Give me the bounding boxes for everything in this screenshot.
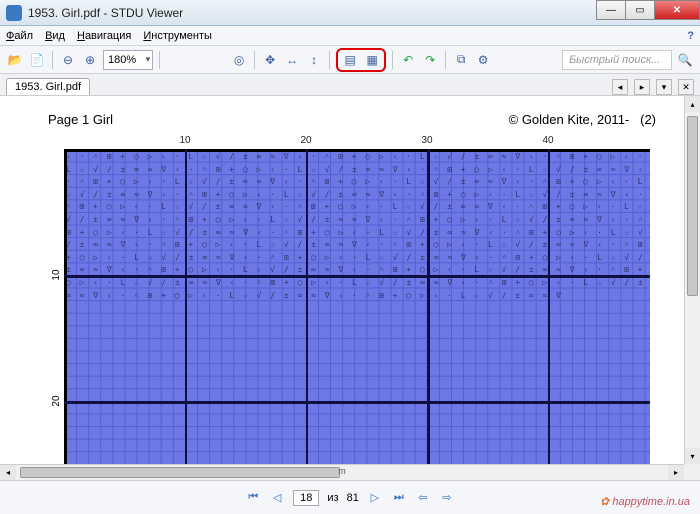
minimize-button[interactable]: —: [596, 0, 626, 20]
menubar: Файл Вид Навигация Инструменты: [0, 26, 700, 46]
tab-document[interactable]: 1953. Girl.pdf: [6, 78, 90, 95]
app-icon: [6, 5, 22, 21]
settings-icon[interactable]: ⚙: [474, 51, 492, 69]
open-icon[interactable]: 📂: [6, 51, 24, 69]
nav-last-icon[interactable]: ⏭: [391, 490, 407, 506]
scroll-left-icon[interactable]: ◂: [0, 465, 16, 480]
expand-v-icon[interactable]: ↕: [305, 51, 323, 69]
document-viewport: Page 1 Girl © Golden Kite, 2011- (2) 10 …: [0, 96, 700, 480]
page-sep: из: [327, 492, 338, 504]
vertical-scrollbar[interactable]: ▴ ▾: [684, 96, 700, 464]
page-number-input[interactable]: 18: [293, 490, 319, 506]
move-icon[interactable]: ✥: [261, 51, 279, 69]
nav-fwd-icon[interactable]: ⇨: [439, 490, 455, 506]
document-tabs: 1953. Girl.pdf ◂ ▸ ▾ ✕: [0, 74, 700, 96]
zoom-out-icon[interactable]: ⊖: [59, 51, 77, 69]
highlighted-toolbar-group: ▤ ▦: [336, 48, 386, 72]
tab-arrow-right-icon[interactable]: ▸: [634, 79, 650, 95]
watermark: happytime.in.ua: [600, 495, 690, 508]
rotate-left-icon[interactable]: ↶: [399, 51, 417, 69]
expand-h-icon[interactable]: ↔: [283, 51, 301, 69]
row-numbers: 10 20: [44, 149, 62, 480]
scroll-right-icon[interactable]: ▸: [668, 465, 684, 480]
zoom-in-icon[interactable]: ⊕: [81, 51, 99, 69]
search-go-icon[interactable]: 🔍: [676, 51, 694, 69]
menu-tools[interactable]: Инструменты: [143, 30, 212, 42]
copy-icon[interactable]: ⧉: [452, 51, 470, 69]
grid: ‹ · ˄ ⊞ + ◯ ▷ ‹ · L ☆ √ ∕ ± ∞ ≈ ∇ ‹ · ˄ …: [64, 149, 650, 480]
page-copyright: © Golden Kite, 2011- (2): [509, 112, 656, 127]
fit-width-icon[interactable]: ▦: [363, 51, 381, 69]
tab-close-icon[interactable]: ✕: [678, 79, 694, 95]
titlebar: 1953. Girl.pdf - STDU Viewer — ▭ ✕: [0, 0, 700, 26]
tab-dropdown-icon[interactable]: ▾: [656, 79, 672, 95]
statusbar: ⏮ ◁ 18 из 81 ▷ ⏭ ⇦ ⇨ happytime.in.ua: [0, 480, 700, 514]
tab-arrow-left-icon[interactable]: ◂: [612, 79, 628, 95]
page-content: Page 1 Girl © Golden Kite, 2011- (2) 10 …: [8, 96, 680, 480]
zoom-select[interactable]: 180%: [103, 50, 153, 70]
vscroll-thumb[interactable]: [687, 116, 698, 296]
page-title: Page 1 Girl: [48, 112, 113, 127]
page-total: 81: [347, 492, 359, 504]
scroll-up-icon[interactable]: ▴: [685, 96, 700, 112]
menu-navigation[interactable]: Навигация: [77, 30, 131, 42]
hscroll-label: m: [338, 466, 346, 476]
quick-search-input[interactable]: Быстрый поиск...: [562, 50, 672, 70]
stitch-chart: 10 20 30 40 10 20 ‹ · ˄ ⊞ + ◯ ▷ ‹ · L ☆ …: [64, 135, 660, 480]
rotate-right-icon[interactable]: ↷: [421, 51, 439, 69]
maximize-button[interactable]: ▭: [625, 0, 655, 20]
help-icon[interactable]: [687, 30, 694, 42]
menu-view[interactable]: Вид: [45, 30, 65, 42]
scroll-corner: [684, 464, 700, 480]
menu-file[interactable]: Файл: [6, 30, 33, 42]
window-title: 1953. Girl.pdf - STDU Viewer: [28, 6, 694, 20]
scroll-down-icon[interactable]: ▾: [685, 448, 700, 464]
fit-page-icon[interactable]: ▤: [341, 51, 359, 69]
document-icon[interactable]: 📄: [28, 51, 46, 69]
close-button[interactable]: ✕: [654, 0, 700, 20]
horizontal-scrollbar[interactable]: ◂ m ▸: [0, 464, 684, 480]
target-icon[interactable]: ◎: [230, 51, 248, 69]
nav-first-icon[interactable]: ⏮: [245, 490, 261, 506]
nav-prev-icon[interactable]: ◁: [269, 490, 285, 506]
nav-back-icon[interactable]: ⇦: [415, 490, 431, 506]
nav-next-icon[interactable]: ▷: [367, 490, 383, 506]
toolbar: 📂 📄 ⊖ ⊕ 180% ◎ ✥ ↔ ↕ ▤ ▦ ↶ ↷ ⧉ ⚙ Быстрый…: [0, 46, 700, 74]
hscroll-thumb[interactable]: [20, 467, 340, 478]
stitch-symbols: ‹ · ˄ ⊞ + ◯ ▷ ‹ · L ☆ √ ∕ ± ∞ ≈ ∇ ‹ · ˄ …: [64, 149, 650, 480]
column-numbers: 10 20 30 40: [64, 135, 660, 149]
